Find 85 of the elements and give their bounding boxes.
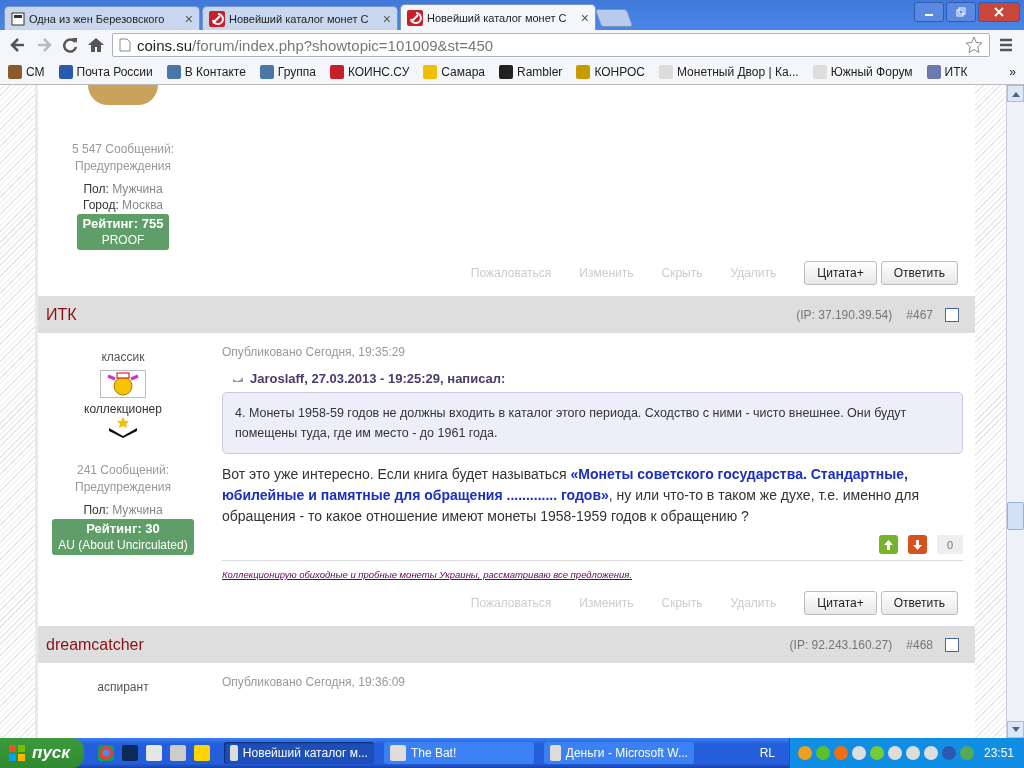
profile-field: Пол: Мужчина: [83, 181, 163, 197]
restore-icon: [956, 7, 966, 17]
hammer-sickle-icon: [407, 9, 423, 26]
start-button[interactable]: пуск: [0, 738, 84, 768]
bookmark-item[interactable]: Группа: [259, 65, 316, 79]
bookmark-item[interactable]: Rambler: [499, 65, 563, 79]
post-count: 5 547 Сообщений:: [72, 141, 174, 158]
down-arrow-icon: [913, 539, 922, 550]
tray-app-icon[interactable]: [851, 746, 866, 760]
bookmark-item[interactable]: КОНРОС: [576, 65, 645, 79]
post-count: 241 Сообщений:: [77, 462, 169, 479]
tray-app-icon[interactable]: [905, 746, 920, 760]
up-arrow-icon[interactable]: [1011, 90, 1020, 97]
close-icon[interactable]: ×: [184, 10, 193, 27]
vote-score: 0: [937, 535, 963, 554]
profile-field: Пол: Мужчина: [83, 502, 163, 518]
quote-block: 4. Монеты 1958-59 годов не должны входить в каталог этого периода. Сходство с ними - чисто внешнее. Они будут помещены туда, где им место - до 1961 года.: [222, 392, 963, 454]
scrollbar[interactable]: [1006, 85, 1024, 738]
tray-app-icon[interactable]: [941, 746, 956, 760]
select-checkbox[interactable]: [945, 307, 959, 322]
taskbar-button[interactable]: Новейший каталог м...: [223, 742, 374, 764]
clock: 23:51: [983, 746, 1014, 760]
more-bookmarks-button[interactable]: »: [1009, 65, 1016, 79]
rating-badge: Рейтинг: 755 PROOF: [76, 214, 170, 250]
vote-down-button[interactable]: [908, 535, 927, 554]
post-date: Опубликовано Сегодня, 19:36:09: [222, 675, 406, 689]
author-name[interactable]: dreamcatcher: [46, 635, 790, 654]
avatar-image: [88, 85, 158, 105]
rank-chevron-icon: [107, 416, 139, 438]
taskbar-button[interactable]: The Bat!: [383, 742, 534, 764]
quote-author: Jaroslaff, 27.03.2013 - 19:25:29, написал:: [250, 371, 506, 386]
bookmark-item[interactable]: Монетный Двор | Ка...: [659, 65, 799, 79]
address-bar[interactable]: coins.su/forum/index.php?showtopic=101009&st=450: [112, 33, 990, 57]
tray-app-icon[interactable]: [923, 746, 938, 760]
close-icon[interactable]: ×: [382, 10, 391, 27]
close-icon[interactable]: ×: [580, 9, 589, 26]
tray-app-icon[interactable]: [869, 746, 884, 760]
page-icon: [11, 11, 25, 26]
star-icon[interactable]: [965, 36, 983, 54]
select-checkbox[interactable]: [945, 637, 959, 652]
close-button[interactable]: [978, 2, 1020, 22]
minimize-button[interactable]: [914, 2, 944, 22]
page-icon: [119, 38, 131, 52]
tray-app-icon[interactable]: [797, 746, 812, 760]
new-tab-button[interactable]: [594, 9, 634, 27]
windows-logo-icon: [8, 744, 26, 762]
vote-up-button[interactable]: [879, 535, 898, 554]
browser-tab[interactable]: Новейший каталог монет С ×: [400, 4, 596, 30]
profile-field: Город: Москва: [82, 197, 164, 213]
bookmark-item[interactable]: В Контакте: [166, 65, 246, 79]
reload-icon[interactable]: [60, 35, 80, 55]
signature-text: Коллекционирую обиходные и пробные монеты Украины, рассматриваю все предложения.: [222, 569, 634, 580]
close-icon: [994, 7, 1004, 17]
language-indicator[interactable]: RL: [759, 746, 775, 760]
browser-tab[interactable]: Новейший каталог монет С ×: [202, 6, 398, 30]
ip-address: (IP: 92.243.160.27): [789, 637, 893, 652]
hammer-sickle-icon: [209, 10, 225, 27]
post-text: Вот это уже интересно. Если книга будет называться «Монеты советского государства. Стандартные, юбилейные и памятные для обращения ............. годов», ну или что-то в таком же духе, т.е. именно для обращения - то какое отношение имеют монеты 1958-1959 годов к обращению ?: [222, 465, 921, 526]
browser-tab[interactable]: Одна из жен Березовского ×: [4, 6, 200, 30]
bookmark-item[interactable]: СМ: [8, 65, 45, 79]
bookmark-item[interactable]: Почта России: [58, 65, 153, 79]
restore-button[interactable]: [946, 2, 976, 22]
rating-badge: Рейтинг: 30 AU (About Uncirculated): [52, 519, 194, 555]
down-arrow-icon[interactable]: [1011, 726, 1020, 733]
bookmark-item[interactable]: Самара: [423, 65, 485, 79]
bookmark-item[interactable]: ИТК: [926, 65, 968, 79]
bookmark-item[interactable]: КОИНС.СУ: [329, 65, 410, 79]
taskbar-button[interactable]: Деньги - Microsoft W...: [543, 742, 694, 764]
up-arrow-icon: [884, 539, 893, 550]
minimize-icon: [925, 14, 933, 16]
home-icon[interactable]: [86, 35, 106, 55]
smiley-nurse-avatar: [100, 370, 146, 398]
scroll-thumb[interactable]: [1007, 502, 1024, 530]
author-name[interactable]: ИТК: [46, 305, 797, 324]
ip-address: (IP: 37.190.39.54): [796, 307, 893, 322]
member-group: классик: [101, 349, 145, 366]
post-button[interactable]: Ответить: [880, 591, 958, 615]
post-button[interactable]: Ответить: [880, 261, 958, 285]
post-button[interactable]: Цитата+: [804, 591, 877, 615]
post-button[interactable]: Цитата+: [804, 261, 877, 285]
bookmark-item[interactable]: Южный Форум: [812, 65, 913, 79]
tray-app-icon[interactable]: [887, 746, 902, 760]
post-date: Опубликовано Сегодня, 19:35:29: [222, 345, 406, 359]
member-group: аспирант: [97, 679, 149, 696]
member-title: коллекционер: [84, 402, 162, 416]
